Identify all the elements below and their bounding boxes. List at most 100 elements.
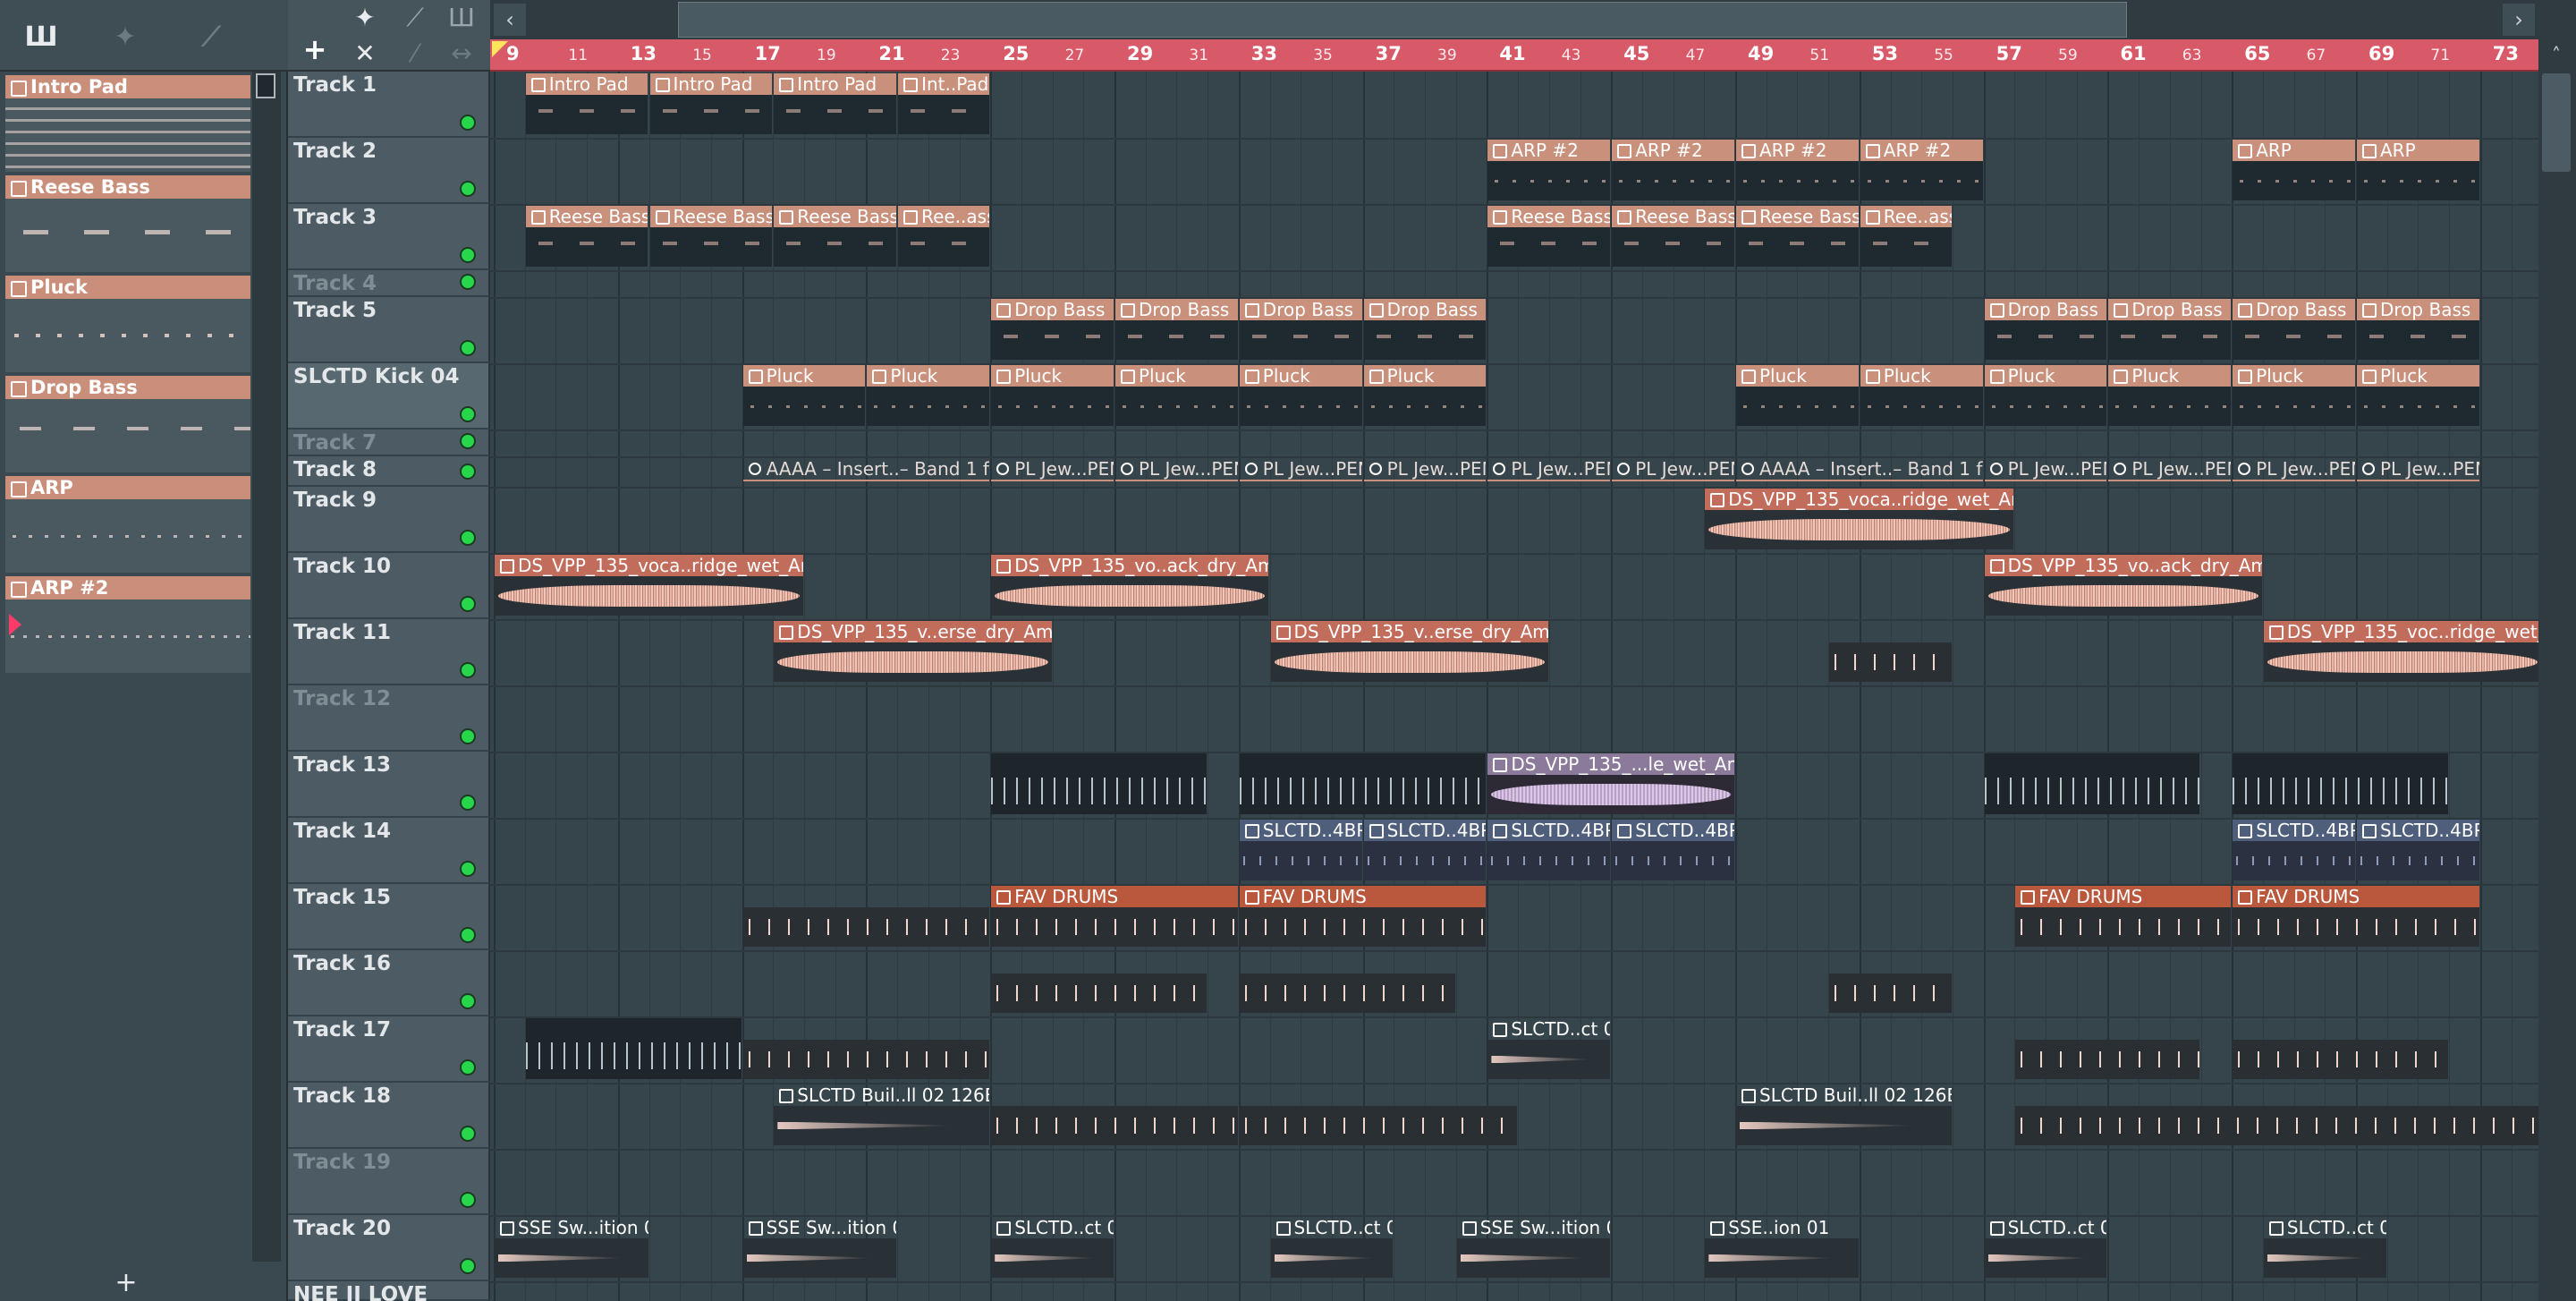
track-mute-led[interactable] (460, 993, 476, 1009)
playlist-clip[interactable]: SLCTD Buil..ll 02 126BPM (1736, 1084, 1952, 1145)
playlist-clip[interactable]: AAAA – Insert..– Band 1 freq (1736, 458, 1983, 481)
playlist-clip[interactable]: SSE Sw...ition 01 (495, 1217, 648, 1278)
playlist-clip[interactable]: SLCTD..4BPM (1487, 820, 1611, 880)
playlist-clip[interactable]: Pluck (742, 365, 866, 426)
scroll-left-icon[interactable]: ‹ (494, 4, 526, 36)
arrangement-grid[interactable]: Intro Pad Intro Pad Intro Pad Int..Pad ARP #… (490, 72, 2544, 1301)
playlist-clip[interactable]: Pluck (2233, 365, 2355, 426)
playhead-marker[interactable] (492, 41, 508, 57)
scrollbar-thumb[interactable] (256, 73, 275, 98)
playlist-clip[interactable]: PL Jew...PEN (1487, 458, 1611, 481)
track-mute-led[interactable] (460, 1059, 476, 1076)
playlist-clip[interactable]: FAV DRUMS (1239, 886, 1487, 947)
playlist-clip[interactable]: Pluck (1115, 365, 1238, 426)
playlist-clip[interactable]: Intro Pad (649, 73, 773, 134)
piano-roll-tool-icon[interactable]: Ш (445, 2, 478, 34)
add-pattern-button[interactable]: + (0, 1265, 252, 1301)
pattern-item[interactable]: Intro Pad (5, 75, 250, 172)
playlist-clip[interactable] (1239, 753, 1487, 814)
playlist-clip[interactable]: PL Jew...PEN (991, 458, 1114, 481)
playlist-clip[interactable] (2233, 1018, 2449, 1079)
close-icon[interactable]: ✕ (349, 38, 381, 70)
playlist-clip[interactable]: Int..Pad (898, 73, 990, 134)
track-mute-led[interactable] (460, 463, 476, 480)
playlist-clip[interactable]: Drop Bass (1363, 299, 1487, 360)
playlist-clip[interactable]: Reese Bass (1612, 206, 1734, 267)
track-mute-led[interactable] (460, 927, 476, 943)
playlist-clip[interactable]: Pluck (1984, 365, 2107, 426)
track-header[interactable]: Track 1 (288, 72, 490, 138)
track-header[interactable]: SLCTD Kick 04 (288, 363, 490, 429)
playlist-clip[interactable]: Intro Pad (525, 73, 648, 134)
playlist-clip[interactable]: Pluck (1736, 365, 1859, 426)
playlist-clip[interactable]: PL Jew...PEN (2233, 458, 2355, 481)
track-mute-led[interactable] (460, 247, 476, 263)
playlist-clip[interactable]: PL Jew...PEN (2108, 458, 2232, 481)
playlist-clip[interactable]: Drop Bass (2108, 299, 2232, 360)
scroll-up-icon[interactable]: ˄ (2542, 39, 2571, 70)
playlist-clip[interactable]: FAV DRUMS (991, 886, 1238, 947)
playlist-clip[interactable]: ARP #2 (1860, 140, 1983, 200)
track-mute-led[interactable] (460, 406, 476, 422)
piano-roll-icon[interactable]: Ш (23, 20, 59, 55)
playlist-clip[interactable]: Drop Bass (2233, 299, 2355, 360)
playlist-clip[interactable]: AAAA – Insert..– Band 1 freq (742, 458, 990, 481)
playlist-clip[interactable]: PL Jew...PEN (2357, 458, 2479, 481)
automation-icon[interactable]: ⟋ (193, 20, 229, 55)
track-header[interactable]: Track 16 (288, 950, 490, 1016)
track-mute-led[interactable] (460, 530, 476, 546)
playlist-clip[interactable]: ARP (2357, 140, 2479, 200)
playlist-clip[interactable] (1239, 952, 1455, 1013)
playlist-clip[interactable]: Drop Bass (1984, 299, 2107, 360)
track-mute-led[interactable] (460, 728, 476, 744)
playlist-clip[interactable]: DS_VPP_135_...le_wet_Amin (1487, 753, 1734, 814)
playlist-clip[interactable]: SLCTD..4BPM (2357, 820, 2479, 880)
playlist-clip[interactable]: Ree..ass (898, 206, 990, 267)
playlist-clip[interactable]: SLCTD..4BPM (2233, 820, 2355, 880)
track-mute-led[interactable] (460, 274, 476, 290)
playlist-clip[interactable]: SLCTD..ct 03 (1270, 1217, 1394, 1278)
playlist-clip[interactable]: FAV DRUMS (2015, 886, 2232, 947)
playlist-clip[interactable]: SLCTD..ct 03 (1487, 1018, 1611, 1079)
playlist-clip[interactable]: DS_VPP_135_voc..ridge_wet_Amin (2263, 621, 2542, 682)
playlist-clip[interactable]: ARP #2 (1487, 140, 1611, 200)
playlist-clip[interactable]: SLCTD..ct 03 (1984, 1217, 2107, 1278)
playlist-clip[interactable]: SSE..ion 01 (1705, 1217, 1859, 1278)
track-header[interactable]: Track 18 (288, 1083, 490, 1149)
track-mute-led[interactable] (460, 1192, 476, 1208)
playlist-clip[interactable]: Reese Bass (1487, 206, 1611, 267)
vertical-scrollbar[interactable]: ˄ (2538, 39, 2576, 1301)
playlist-clip[interactable] (525, 1018, 741, 1079)
playlist-clip[interactable]: PL Jew...PEN (1363, 458, 1487, 481)
playlist-clip[interactable]: PL Jew...PEN (1115, 458, 1238, 481)
track-header[interactable]: Track 14 (288, 818, 490, 884)
playlist-clip[interactable]: SLCTD..4BPM (1363, 820, 1487, 880)
playlist-clip[interactable]: SLCTD..4BPM (1612, 820, 1734, 880)
playlist-clip[interactable]: ARP (2233, 140, 2355, 200)
pattern-item[interactable]: ARP #2 (5, 576, 250, 673)
pattern-item[interactable]: Pluck (5, 276, 250, 372)
playlist-clip[interactable] (2233, 753, 2449, 814)
playlist-clip[interactable]: PL Jew...PEN (1612, 458, 1734, 481)
slice-icon[interactable]: ⁄ (399, 38, 431, 70)
playlist-clip[interactable]: Drop Bass (2357, 299, 2479, 360)
playlist-clip[interactable]: Reese Bass (774, 206, 897, 267)
playlist-clip[interactable]: Intro Pad (774, 73, 897, 134)
track-mute-led[interactable] (460, 340, 476, 356)
playlist-clip[interactable] (742, 886, 990, 947)
pattern-item[interactable]: ARP (5, 476, 250, 573)
playlist-clip[interactable]: Reese Bass (1736, 206, 1859, 267)
playlist-clip[interactable]: ARP #2 (1612, 140, 1734, 200)
track-header[interactable]: Track 9 (288, 487, 490, 553)
pattern-item[interactable]: Drop Bass (5, 376, 250, 472)
playlist-clip[interactable]: Drop Bass (1115, 299, 1238, 360)
playlist-clip[interactable] (991, 1084, 1238, 1145)
pattern-item[interactable]: Reese Bass (5, 175, 250, 272)
playlist-clip[interactable]: Pluck (991, 365, 1114, 426)
playlist-clip[interactable]: Pluck (1363, 365, 1487, 426)
track-header[interactable]: Track 15 (288, 884, 490, 950)
playlist-clip[interactable]: SSE Sw...ition 01 (742, 1217, 897, 1278)
playlist-clip[interactable]: Drop Bass (991, 299, 1114, 360)
track-header[interactable]: Track 17 (288, 1016, 490, 1083)
playlist-clip[interactable]: Ree..ass (1860, 206, 1952, 267)
